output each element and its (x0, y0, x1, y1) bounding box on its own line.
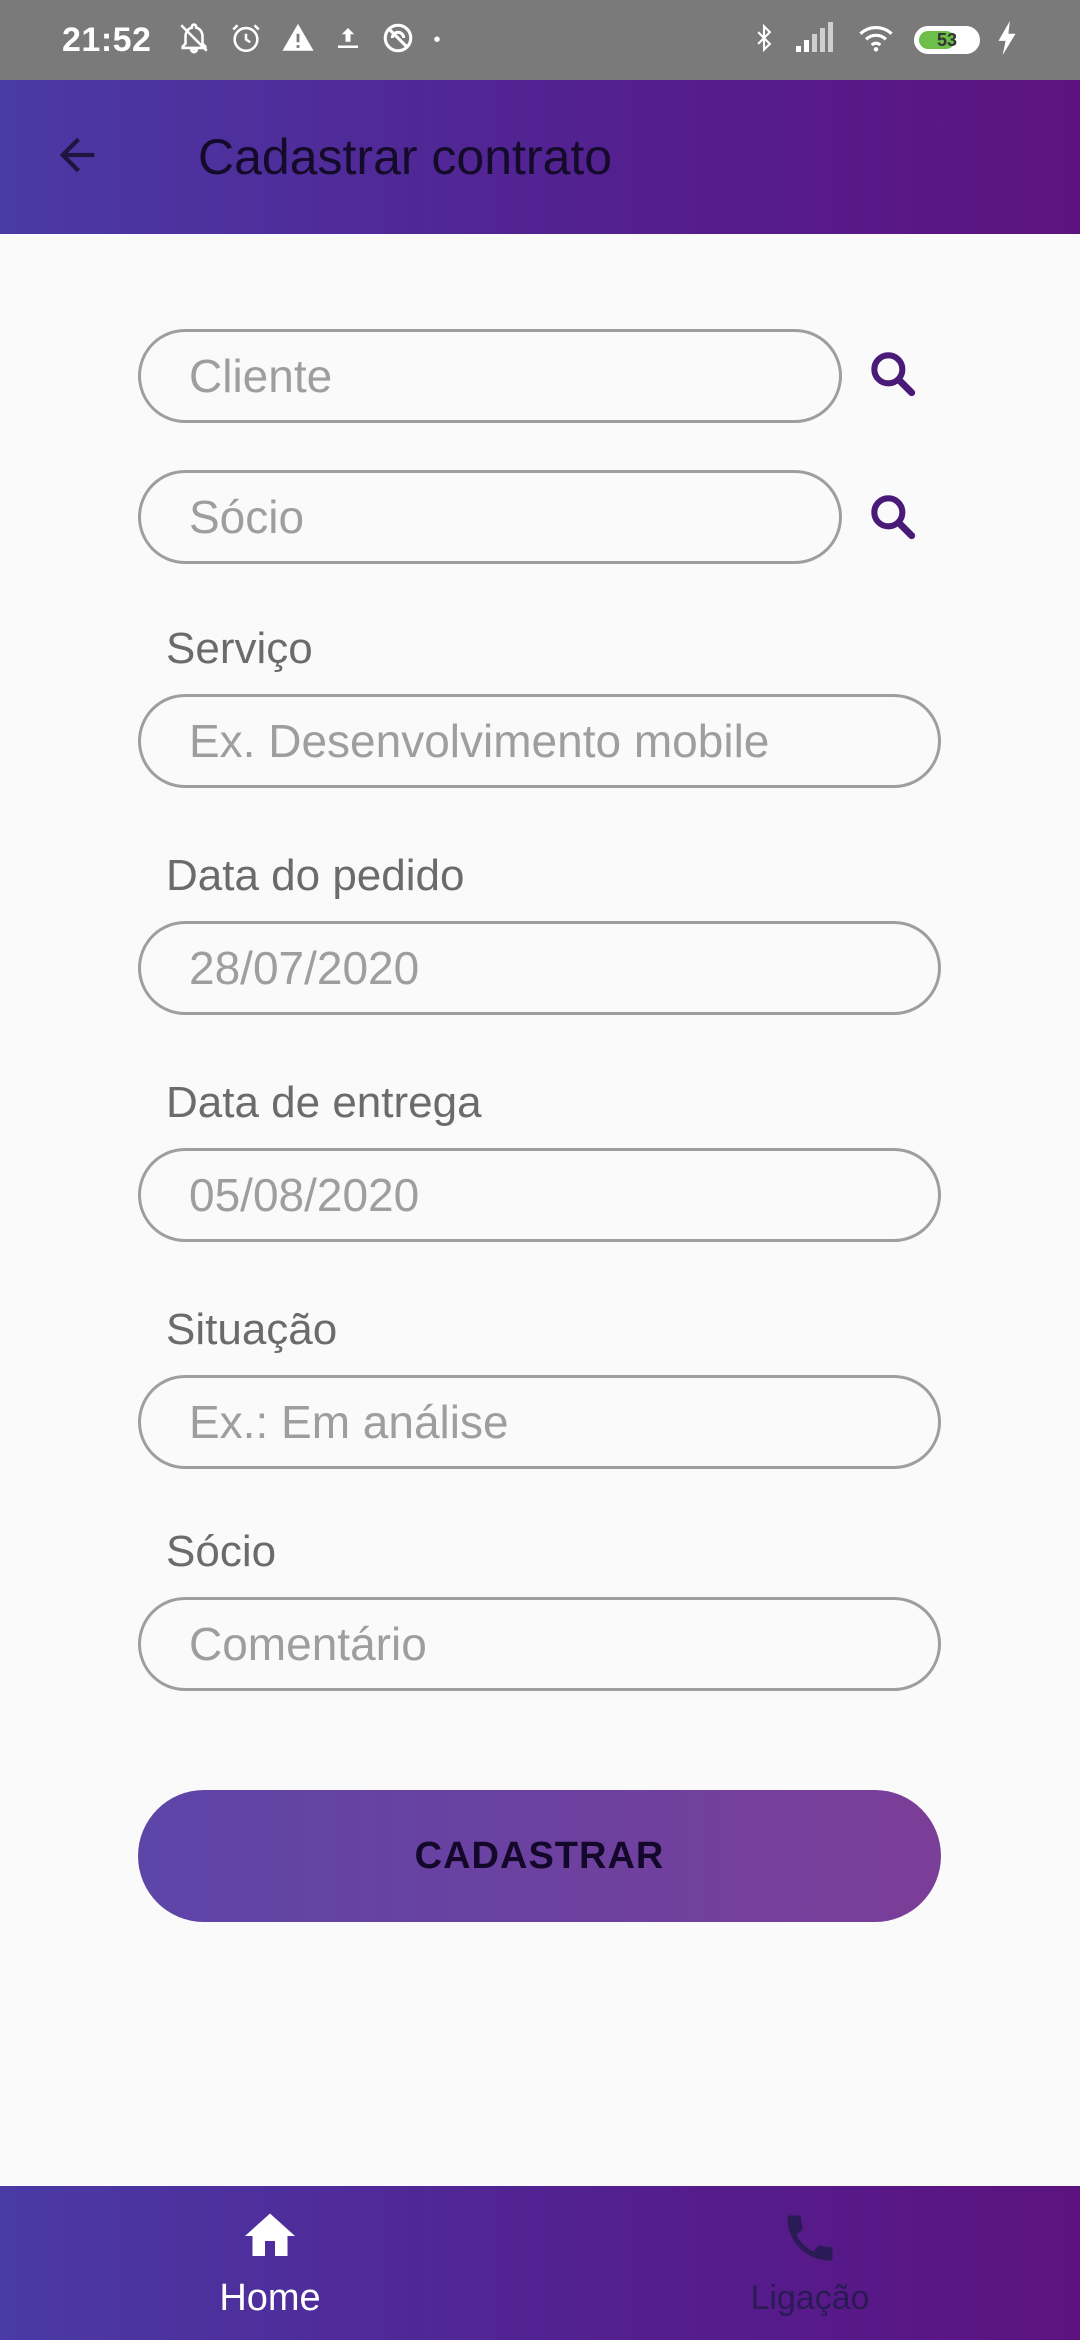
data-entrega-label: Data de entrega (166, 1078, 482, 1127)
dnd-icon (381, 21, 415, 60)
comentario-field[interactable]: Comentário (138, 1597, 941, 1691)
cadastrar-button[interactable]: CADASTRAR (138, 1790, 941, 1922)
situacao-label: Situação (166, 1305, 338, 1354)
signal-icon (794, 21, 838, 59)
page-title: Cadastrar contrato (198, 129, 613, 185)
bluetooth-icon (750, 20, 778, 61)
cliente-search-button[interactable] (848, 331, 938, 421)
socio-search-button[interactable] (848, 474, 938, 564)
search-icon (865, 489, 921, 550)
comentario-label: Sócio (166, 1527, 277, 1576)
dot-icon: • (433, 28, 441, 51)
app-bar: Cadastrar contrato (0, 80, 1080, 234)
battery-level: 53 (936, 29, 958, 50)
alarm-icon (229, 21, 263, 60)
wifi-icon (854, 21, 898, 60)
back-button[interactable] (22, 102, 132, 212)
charging-icon (996, 20, 1018, 60)
bell-off-icon (177, 21, 211, 60)
nav-item-label: Ligação (750, 2279, 870, 2317)
data-pedido-field[interactable]: 28/07/2020 (138, 921, 941, 1015)
cliente-field[interactable]: Cliente (138, 329, 842, 423)
search-icon (865, 346, 921, 407)
status-left-icons: • (177, 21, 440, 60)
home-icon (240, 2206, 300, 2271)
servico-field[interactable]: Ex. Desenvolvimento mobile (138, 694, 941, 788)
phone-icon (780, 2208, 840, 2273)
battery-icon: 53 (914, 26, 980, 54)
data-entrega-field[interactable]: 05/08/2020 (138, 1148, 941, 1242)
bottom-nav: Home Ligação (0, 2186, 1080, 2340)
servico-label: Serviço (166, 624, 313, 673)
status-right-icons: 53 (750, 20, 1018, 61)
upload-icon (333, 21, 363, 60)
socio-field[interactable]: Sócio (138, 470, 842, 564)
situacao-field[interactable]: Ex.: Em análise (138, 1375, 941, 1469)
nav-item-label: Home (219, 2277, 321, 2319)
data-pedido-label: Data do pedido (166, 851, 465, 900)
status-time: 21:52 (62, 20, 152, 59)
nav-item-ligacao[interactable]: Ligação (540, 2186, 1080, 2340)
arrow-left-icon (51, 129, 103, 186)
nav-item-home[interactable]: Home (0, 2186, 540, 2340)
status-bar: 21:52 • 53 (0, 0, 1080, 80)
warning-icon (281, 21, 315, 60)
